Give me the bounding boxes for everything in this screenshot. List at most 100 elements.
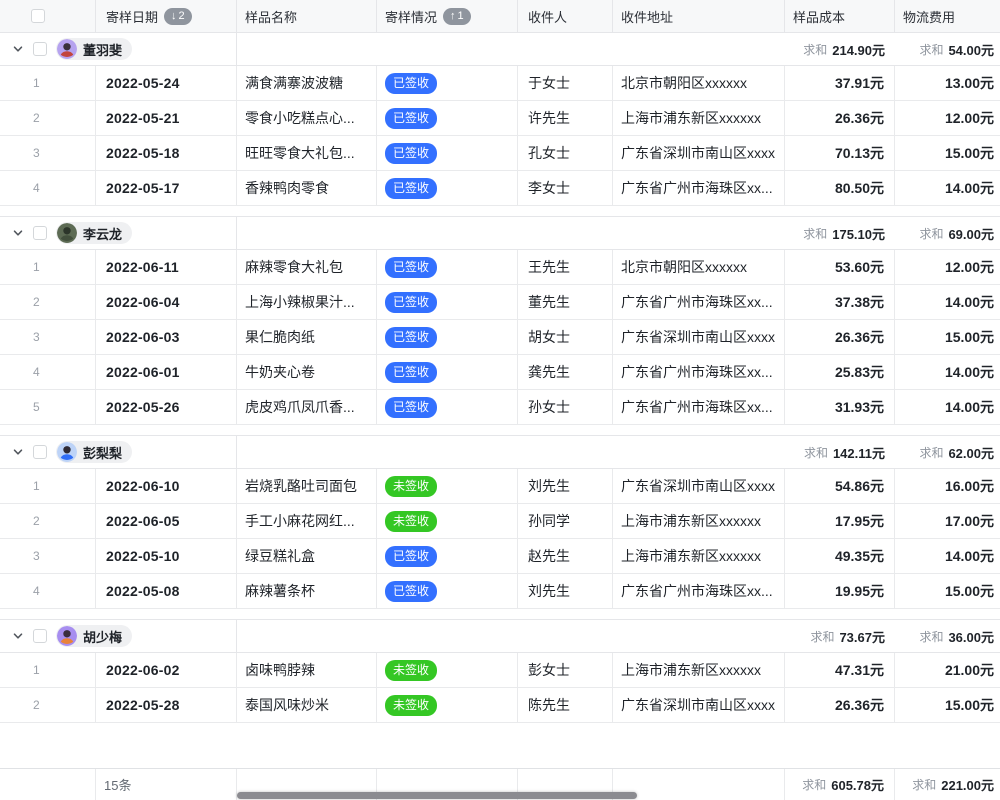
cell-address[interactable]: 北京市朝阳区xxxxxx [613, 66, 785, 100]
cell-shipping-fee[interactable]: 14.00元 [895, 285, 1000, 319]
cell-product-name[interactable]: 麻辣零食大礼包 [237, 250, 377, 284]
header-cell-product[interactable]: 样品名称 [237, 0, 377, 32]
cell-recipient[interactable]: 陈先生 [518, 688, 613, 722]
cell-date[interactable]: 2022-06-04 [96, 285, 237, 319]
cell-recipient[interactable]: 许先生 [518, 101, 613, 135]
table-row[interactable]: 3 2022-05-18 旺旺零食大礼包... 已签收 孔女士 广东省深圳市南山… [0, 136, 1000, 171]
cell-date[interactable]: 2022-06-11 [96, 250, 237, 284]
cell-product-name[interactable]: 上海小辣椒果汁... [237, 285, 377, 319]
cell-address[interactable]: 广东省深圳市南山区xxxx [613, 469, 785, 503]
cell-status[interactable]: 已签收 [377, 355, 518, 389]
cell-sample-cost[interactable]: 17.95元 [785, 504, 895, 538]
cell-sample-cost[interactable]: 54.86元 [785, 469, 895, 503]
header-cell-sample-cost[interactable]: 样品成本 [785, 0, 895, 32]
group-checkbox[interactable] [33, 226, 47, 240]
cell-status[interactable]: 已签收 [377, 66, 518, 100]
chevron-down-icon[interactable] [12, 227, 24, 239]
cell-date[interactable]: 2022-05-28 [96, 688, 237, 722]
cell-sample-cost[interactable]: 37.38元 [785, 285, 895, 319]
table-row[interactable]: 5 2022-05-26 虎皮鸡爪凤爪香... 已签收 孙女士 广东省广州市海珠… [0, 390, 1000, 425]
cell-address[interactable]: 广东省深圳市南山区xxxx [613, 688, 785, 722]
header-cell-status[interactable]: 寄样情况 ↑1 [377, 0, 518, 32]
group-chip[interactable]: 董羽斐 [56, 38, 132, 60]
cell-product-name[interactable]: 麻辣薯条杯 [237, 574, 377, 608]
cell-recipient[interactable]: 董先生 [518, 285, 613, 319]
cell-status[interactable]: 已签收 [377, 320, 518, 354]
cell-status[interactable]: 已签收 [377, 101, 518, 135]
table-row[interactable]: 4 2022-05-17 香辣鸭肉零食 已签收 李女士 广东省广州市海珠区xx.… [0, 171, 1000, 206]
cell-date[interactable]: 2022-05-24 [96, 66, 237, 100]
group-header-row[interactable]: 董羽斐 求和 214.90元 求和 54.00元 [0, 33, 1000, 66]
cell-address[interactable]: 北京市朝阳区xxxxxx [613, 250, 785, 284]
group-chip[interactable]: 彭梨梨 [56, 441, 132, 463]
chevron-down-icon[interactable] [12, 446, 24, 458]
header-cell-recipient[interactable]: 收件人 [518, 0, 613, 32]
cell-address[interactable]: 广东省广州市海珠区xx... [613, 574, 785, 608]
cell-sample-cost[interactable]: 31.93元 [785, 390, 895, 424]
cell-product-name[interactable]: 手工小麻花网红... [237, 504, 377, 538]
cell-product-name[interactable]: 卤味鸭脖辣 [237, 653, 377, 687]
cell-date[interactable]: 2022-06-10 [96, 469, 237, 503]
cell-product-name[interactable]: 牛奶夹心卷 [237, 355, 377, 389]
cell-shipping-fee[interactable]: 15.00元 [895, 320, 1000, 354]
cell-recipient[interactable]: 龚先生 [518, 355, 613, 389]
cell-sample-cost[interactable]: 26.36元 [785, 320, 895, 354]
cell-status[interactable]: 已签收 [377, 171, 518, 205]
cell-sample-cost[interactable]: 19.95元 [785, 574, 895, 608]
table-row[interactable]: 3 2022-06-03 果仁脆肉纸 已签收 胡女士 广东省深圳市南山区xxxx… [0, 320, 1000, 355]
cell-date[interactable]: 2022-06-03 [96, 320, 237, 354]
cell-product-name[interactable]: 泰国风味炒米 [237, 688, 377, 722]
table-row[interactable]: 2 2022-05-21 零食小吃糕点心... 已签收 许先生 上海市浦东新区x… [0, 101, 1000, 136]
cell-product-name[interactable]: 零食小吃糕点心... [237, 101, 377, 135]
table-row[interactable]: 1 2022-05-24 满食满寨波波糖 已签收 于女士 北京市朝阳区xxxxx… [0, 66, 1000, 101]
cell-shipping-fee[interactable]: 14.00元 [895, 390, 1000, 424]
cell-shipping-fee[interactable]: 15.00元 [895, 574, 1000, 608]
group-checkbox[interactable] [33, 42, 47, 56]
cell-shipping-fee[interactable]: 21.00元 [895, 653, 1000, 687]
cell-shipping-fee[interactable]: 13.00元 [895, 66, 1000, 100]
cell-recipient[interactable]: 刘先生 [518, 469, 613, 503]
cell-recipient[interactable]: 孙女士 [518, 390, 613, 424]
cell-address[interactable]: 广东省深圳市南山区xxxx [613, 136, 785, 170]
cell-address[interactable]: 广东省广州市海珠区xx... [613, 355, 785, 389]
cell-sample-cost[interactable]: 26.36元 [785, 688, 895, 722]
cell-sample-cost[interactable]: 25.83元 [785, 355, 895, 389]
cell-recipient[interactable]: 李女士 [518, 171, 613, 205]
cell-product-name[interactable]: 岩烧乳酪吐司面包 [237, 469, 377, 503]
cell-recipient[interactable]: 于女士 [518, 66, 613, 100]
cell-address[interactable]: 广东省广州市海珠区xx... [613, 171, 785, 205]
header-cell-address[interactable]: 收件地址 [613, 0, 785, 32]
cell-address[interactable]: 上海市浦东新区xxxxxx [613, 539, 785, 573]
cell-date[interactable]: 2022-05-21 [96, 101, 237, 135]
cell-recipient[interactable]: 胡女士 [518, 320, 613, 354]
cell-date[interactable]: 2022-06-05 [96, 504, 237, 538]
cell-date[interactable]: 2022-06-01 [96, 355, 237, 389]
cell-sample-cost[interactable]: 53.60元 [785, 250, 895, 284]
sort-badge-status[interactable]: ↑1 [443, 8, 471, 25]
chevron-down-icon[interactable] [12, 630, 24, 642]
chevron-down-icon[interactable] [12, 43, 24, 55]
cell-status[interactable]: 已签收 [377, 574, 518, 608]
group-header-row[interactable]: 胡少梅 求和 73.67元 求和 36.00元 [0, 620, 1000, 653]
cell-sample-cost[interactable]: 80.50元 [785, 171, 895, 205]
cell-shipping-fee[interactable]: 12.00元 [895, 101, 1000, 135]
cell-address[interactable]: 上海市浦东新区xxxxxx [613, 504, 785, 538]
cell-recipient[interactable]: 赵先生 [518, 539, 613, 573]
cell-date[interactable]: 2022-05-08 [96, 574, 237, 608]
cell-status[interactable]: 已签收 [377, 285, 518, 319]
cell-product-name[interactable]: 果仁脆肉纸 [237, 320, 377, 354]
table-row[interactable]: 1 2022-06-11 麻辣零食大礼包 已签收 王先生 北京市朝阳区xxxxx… [0, 250, 1000, 285]
table-row[interactable]: 2 2022-06-05 手工小麻花网红... 未签收 孙同学 上海市浦东新区x… [0, 504, 1000, 539]
cell-status[interactable]: 已签收 [377, 250, 518, 284]
table-row[interactable]: 4 2022-06-01 牛奶夹心卷 已签收 龚先生 广东省广州市海珠区xx..… [0, 355, 1000, 390]
group-checkbox[interactable] [33, 629, 47, 643]
header-cell-shipping-fee[interactable]: 物流费用 [895, 0, 1000, 32]
cell-date[interactable]: 2022-05-10 [96, 539, 237, 573]
cell-shipping-fee[interactable]: 14.00元 [895, 171, 1000, 205]
cell-product-name[interactable]: 旺旺零食大礼包... [237, 136, 377, 170]
group-header-row[interactable]: 彭梨梨 求和 142.11元 求和 62.00元 [0, 436, 1000, 469]
cell-status[interactable]: 已签收 [377, 539, 518, 573]
cell-address[interactable]: 上海市浦东新区xxxxxx [613, 653, 785, 687]
table-row[interactable]: 1 2022-06-02 卤味鸭脖辣 未签收 彭女士 上海市浦东新区xxxxxx… [0, 653, 1000, 688]
cell-shipping-fee[interactable]: 12.00元 [895, 250, 1000, 284]
